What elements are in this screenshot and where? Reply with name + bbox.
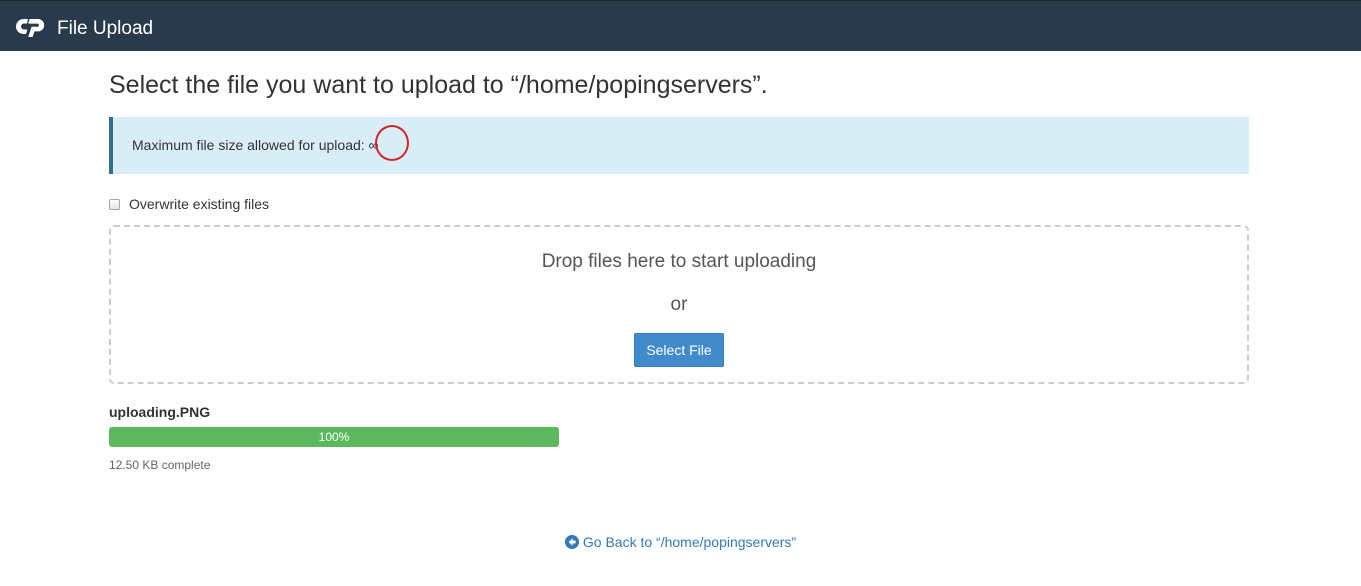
annotation-circle [375, 125, 409, 161]
go-back-link[interactable]: Go Back to “/home/popingservers” [583, 534, 796, 550]
upload-progress-fill: 100% [109, 427, 559, 447]
select-file-button[interactable]: Select File [634, 333, 724, 367]
file-drop-zone[interactable]: Drop files here to start uploading or Se… [109, 225, 1249, 384]
overwrite-checkbox[interactable] [109, 198, 120, 210]
top-bar: File Upload [0, 0, 1361, 51]
arrow-circle-left-icon[interactable] [564, 535, 579, 549]
max-file-size-text: Maximum file size allowed for upload: ∞ [132, 137, 379, 153]
upload-status: 12.50 KB complete [109, 458, 211, 472]
overwrite-option[interactable]: Overwrite existing files [109, 195, 269, 213]
overwrite-label[interactable]: Overwrite existing files [129, 196, 269, 212]
drop-instructions: Drop files here to start uploading [541, 251, 817, 272]
cpanel-logo-icon[interactable] [16, 16, 48, 38]
go-back-link-row: Go Back to “/home/popingservers” [0, 534, 1361, 550]
uploaded-file-name: uploading.PNG [109, 404, 211, 420]
page-title: Select the file you want to upload to “/… [109, 71, 768, 99]
upload-progress-bar: 100% [109, 427, 559, 447]
max-file-size-alert: Maximum file size allowed for upload: ∞ [109, 117, 1249, 174]
or-separator: or [670, 294, 688, 315]
app-title: File Upload [57, 18, 154, 39]
